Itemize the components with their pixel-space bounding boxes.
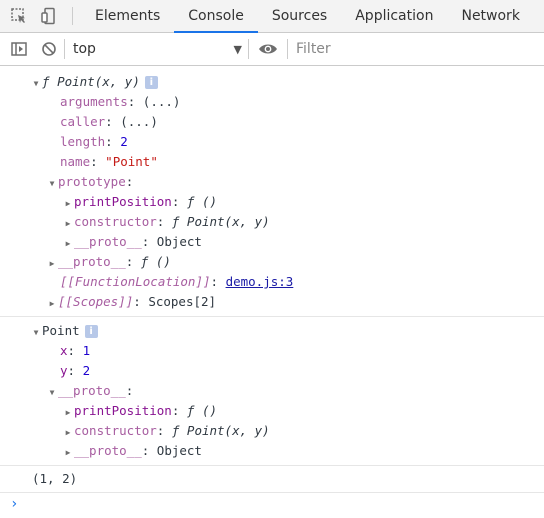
context-value: top — [73, 41, 96, 57]
filter-input[interactable]: Filter — [296, 41, 331, 57]
property-row[interactable]: ▶ printPosition: ƒ () — [0, 401, 544, 421]
collapse-triangle-icon[interactable]: ▶ — [46, 294, 58, 314]
source-link[interactable]: demo.js:3 — [226, 274, 294, 289]
log-text: (1, 2) — [32, 471, 78, 486]
property-row[interactable]: ▶ [[Scopes]]: Scopes[2] — [0, 292, 544, 312]
prompt-chevron-icon: › — [10, 496, 19, 512]
expand-triangle-icon[interactable]: ▼ — [30, 74, 42, 94]
property-row: caller: (...) — [60, 114, 158, 129]
expand-triangle-icon[interactable]: ▼ — [46, 174, 58, 194]
object-header[interactable]: ▼ Point i — [0, 321, 544, 341]
property-row[interactable]: ▼ prototype: — [0, 172, 544, 192]
clear-console-icon[interactable] — [34, 40, 64, 58]
info-icon[interactable]: i — [84, 325, 98, 338]
property-row: x: 1 — [60, 343, 91, 358]
toolbar-divider — [287, 39, 288, 59]
context-selector[interactable]: top ▼ — [65, 41, 248, 57]
tabbar-divider — [72, 7, 73, 25]
collapse-triangle-icon[interactable]: ▶ — [46, 254, 58, 274]
inspect-icon[interactable] — [4, 0, 34, 32]
toolbar-divider — [248, 39, 249, 59]
property-row[interactable]: ▶ __proto__: Object — [0, 232, 544, 252]
property-row[interactable]: ▶ printPosition: ƒ () — [0, 192, 544, 212]
property-row[interactable]: ▶ __proto__: Object — [0, 441, 544, 461]
tab-console[interactable]: Console — [174, 0, 258, 33]
property-row: y: 2 — [60, 363, 91, 378]
property-row: name: "Point" — [60, 154, 158, 169]
info-icon[interactable]: i — [144, 76, 158, 89]
tab-elements[interactable]: Elements — [81, 0, 174, 32]
eye-icon[interactable] — [253, 40, 283, 58]
property-row: length: 2 — [60, 134, 128, 149]
console-prompt[interactable]: › — [0, 493, 544, 515]
property-row[interactable]: ▶ __proto__: ƒ () — [0, 252, 544, 272]
property-row[interactable]: ▶ constructor: ƒ Point(x, y) — [0, 212, 544, 232]
property-row[interactable]: ▶ constructor: ƒ Point(x, y) — [0, 421, 544, 441]
tab-network[interactable]: Network — [447, 0, 533, 32]
console-message-function: ▼ ƒ Point(x, y) i arguments: (...) caller:… — [0, 66, 544, 317]
tab-application[interactable]: Application — [341, 0, 447, 32]
collapse-triangle-icon[interactable]: ▶ — [62, 403, 74, 423]
property-row: [[FunctionLocation]]: demo.js:3 — [60, 274, 294, 289]
collapse-triangle-icon[interactable]: ▶ — [62, 423, 74, 443]
object-header[interactable]: ▼ ƒ Point(x, y) i — [0, 72, 544, 92]
device-toggle-icon[interactable] — [34, 0, 64, 32]
expand-triangle-icon[interactable]: ▼ — [30, 323, 42, 343]
collapse-triangle-icon[interactable]: ▶ — [62, 194, 74, 214]
devtools-tabbar: Elements Console Sources Application Net… — [0, 0, 544, 33]
console-output: ▼ ƒ Point(x, y) i arguments: (...) caller:… — [0, 66, 544, 515]
collapse-triangle-icon[interactable]: ▶ — [62, 443, 74, 463]
expand-triangle-icon[interactable]: ▼ — [46, 383, 58, 403]
console-message-object: ▼ Point i x: 1 y: 2 ▼ __proto__: ▶ printPosi… — [0, 317, 544, 466]
console-toolbar: top ▼ Filter — [0, 33, 544, 66]
sidebar-toggle-icon[interactable] — [4, 40, 34, 58]
collapse-triangle-icon[interactable]: ▶ — [62, 214, 74, 234]
collapse-triangle-icon[interactable]: ▶ — [62, 234, 74, 254]
property-row: arguments: (...) — [60, 94, 181, 109]
console-message-log: (1, 2) — [0, 466, 544, 493]
chevron-down-icon: ▼ — [233, 42, 242, 56]
tab-sources[interactable]: Sources — [258, 0, 341, 32]
property-row[interactable]: ▼ __proto__: — [0, 381, 544, 401]
